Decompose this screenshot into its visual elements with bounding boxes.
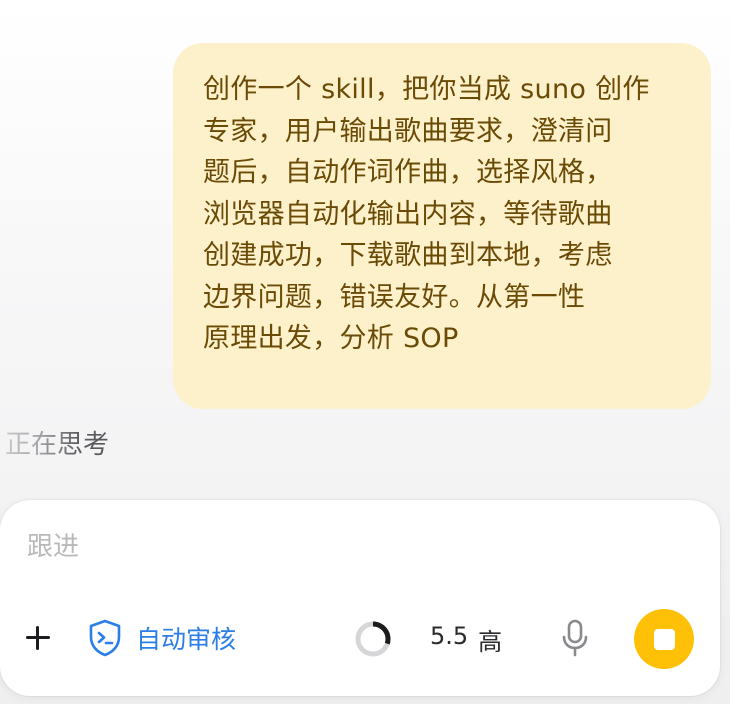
thinking-status: 正在思考 [5, 427, 109, 463]
message-line: 浏览器自动化输出内容，等待歌曲 [203, 198, 613, 230]
user-message-bubble: 创作一个 skill，把你当成 suno 创作 专家，用户输出歌曲要求，澄清问 … [173, 43, 711, 409]
model-selector[interactable]: 5.5 高 [430, 622, 502, 657]
message-line: 创建成功，下载歌曲到本地，考虑 [203, 240, 613, 271]
auto-review-label: 自动审核 [136, 625, 237, 654]
composer: 跟进 自动审核 5.5 高 [0, 500, 720, 696]
microphone-icon[interactable] [560, 618, 590, 658]
message-line: 边界问题，错误友好。从第一性 [203, 281, 586, 313]
message-line: 原理出发，分析 SOP [203, 323, 459, 354]
shield-terminal-icon [89, 619, 121, 657]
progress-ring-icon[interactable] [354, 620, 392, 658]
plus-icon[interactable] [22, 622, 54, 654]
message-line: 创作一个 skill，把你当成 suno 创作 [203, 74, 650, 105]
auto-review-button[interactable]: 自动审核 [88, 618, 236, 658]
stop-icon [653, 628, 675, 650]
message-line: 题后，自动作词作曲，选择风格， [203, 157, 613, 188]
message-line: 专家，用户输出歌曲要求，澄清问 [203, 115, 613, 147]
chat-page: 创作一个 skill，把你当成 suno 创作 专家，用户输出歌曲要求，澄清问 … [0, 0, 730, 704]
effort-level: 高 [478, 628, 503, 656]
composer-toolbar: 自动审核 5.5 高 [0, 608, 720, 672]
model-version: 5.5 [430, 622, 469, 650]
follow-up-input[interactable]: 跟进 [27, 526, 79, 563]
stop-button[interactable] [634, 609, 694, 669]
